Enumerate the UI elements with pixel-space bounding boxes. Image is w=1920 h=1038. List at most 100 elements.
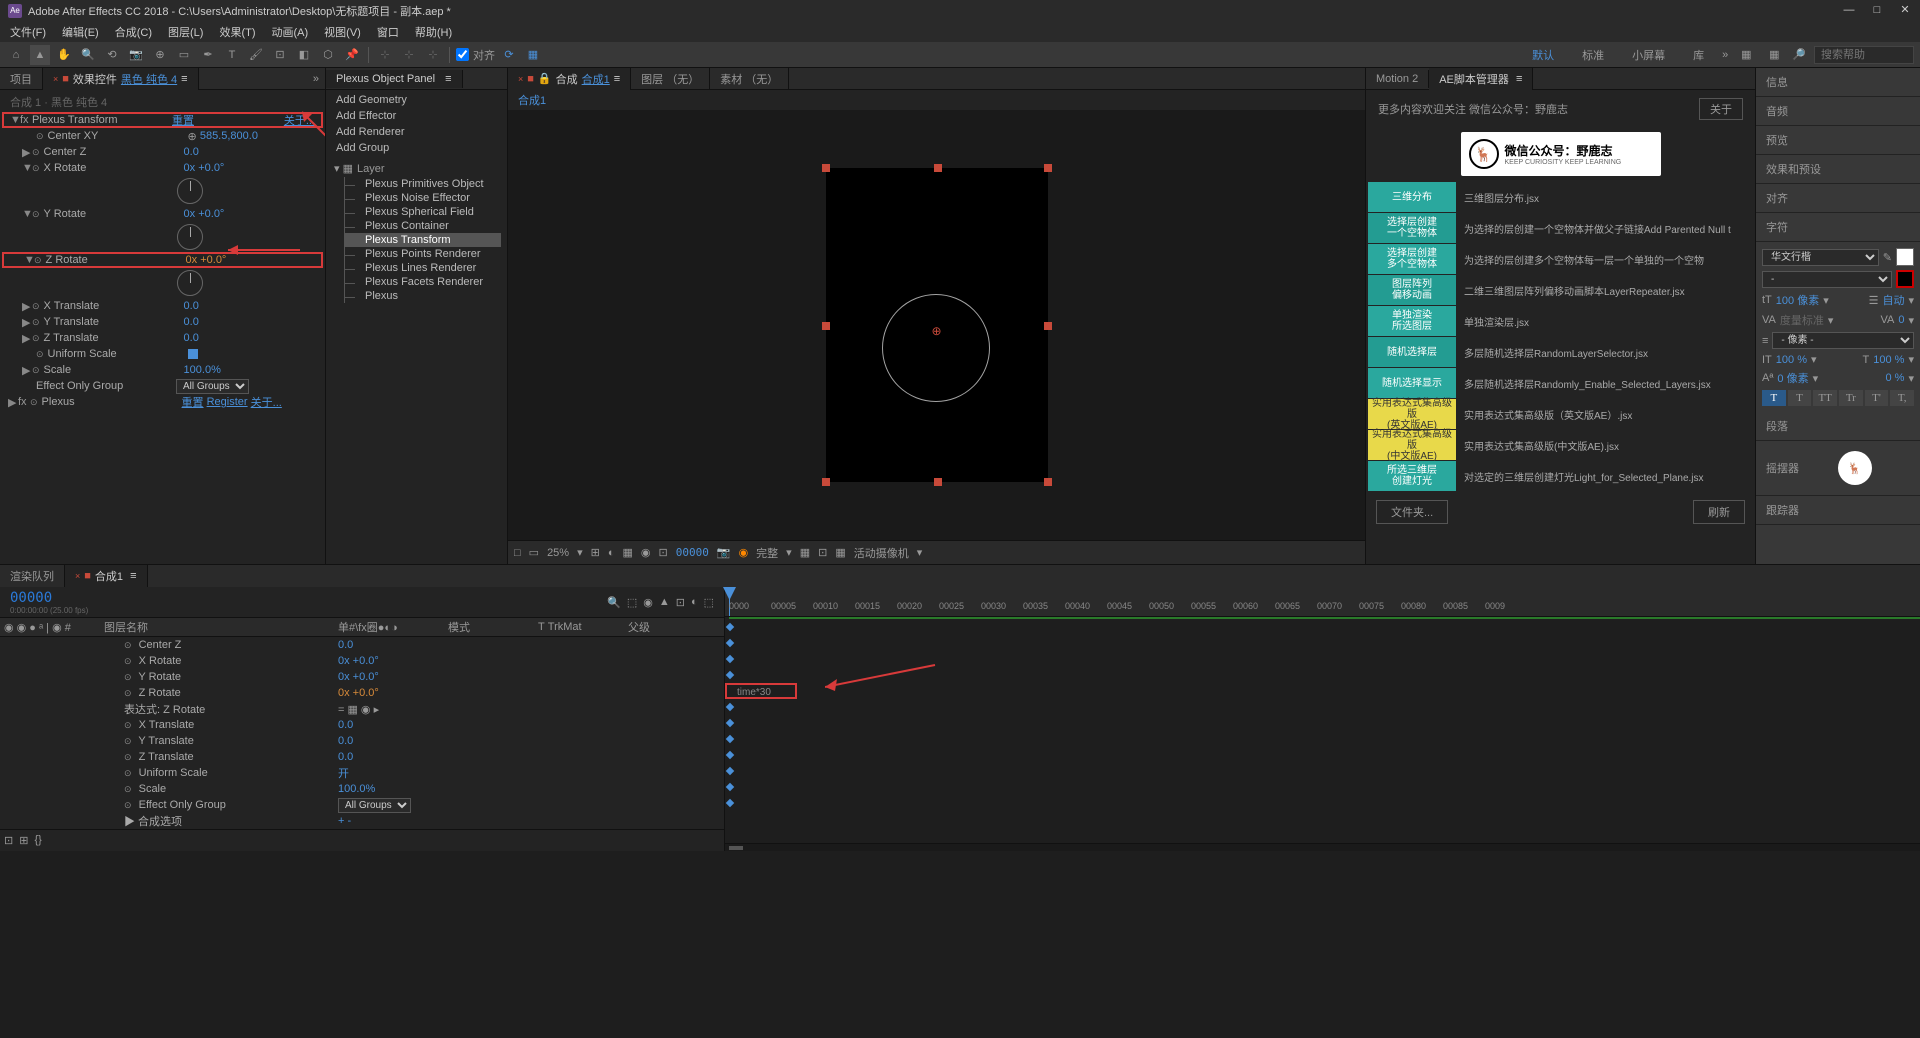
superscript-button[interactable]: T' [1865,390,1889,406]
roto-tool-icon[interactable]: ⬡ [318,45,338,65]
prop-z-rotate[interactable]: ▼ ⊙ Z Rotate 0x +0.0° [2,252,323,268]
clone-tool-icon[interactable]: ⊡ [270,45,290,65]
timeline-navigator[interactable] [725,843,1920,851]
camera-icon[interactable]: 📷 [717,546,731,559]
font-style-select[interactable]: - [1762,271,1892,288]
tab-project[interactable]: 项目 [0,68,43,90]
prop-scale[interactable]: ▶⊙ Scale 100.0% [2,362,323,378]
prop-uniform-scale[interactable]: ⊙ Uniform Scale [2,346,323,362]
menu-edit[interactable]: 编辑(E) [56,22,105,42]
text-tool-icon[interactable]: T [222,45,242,65]
prop-y-translate[interactable]: ▶⊙ Y Translate 0.0 [2,314,323,330]
anchor-icon[interactable]: ⊕ [932,324,942,338]
tab-timeline-comp[interactable]: ×■ 合成1 ≡ [65,565,148,587]
footer-icon-1[interactable]: □ [514,547,521,559]
search-input[interactable] [1814,46,1914,64]
tab-script-manager[interactable]: AE脚本管理器 ≡ [1429,68,1533,90]
tl-track-row[interactable] [725,619,1920,635]
tl-prop-x-rotate[interactable]: ⊙ X Rotate0x +0.0° [0,653,724,669]
tl-toggle-1[interactable]: ⊡ [4,834,13,847]
tl-prop-uniform-scale[interactable]: ⊙ Uniform Scale开 [0,765,724,781]
fill-color-swatch[interactable] [1896,248,1914,266]
tl-track-row[interactable] [725,731,1920,747]
script-button-3[interactable]: 图层阵列偏移动画 [1368,275,1456,305]
tab-preview[interactable]: 预览 [1756,126,1920,155]
keyframe-icon[interactable] [726,671,734,679]
orbit-tool-icon[interactable]: ⟲ [102,45,122,65]
tree-node-plexus[interactable]: Plexus [344,289,501,303]
tl-icon-5[interactable]: ◐ [691,596,698,609]
puppet-tool-icon[interactable]: 📌 [342,45,362,65]
brush-tool-icon[interactable]: 🖌 [246,45,266,65]
tl-track-row[interactable] [725,795,1920,811]
tl-prop-合成选项[interactable]: ▶ 合成选项+ - [0,813,724,829]
workspace-library[interactable]: 库 [1683,45,1714,65]
footer-icon-10[interactable]: ▦ [835,546,845,559]
zoom-tool-icon[interactable]: 🔍 [78,45,98,65]
tree-node-plexus-transform[interactable]: Plexus Transform [344,233,501,247]
toolbar-icon-b[interactable]: ▦ [1764,45,1784,65]
timeline-track-area[interactable]: 0000000050001000015000200002500030000350… [725,587,1920,851]
tl-prop-y-translate[interactable]: ⊙ Y Translate0.0 [0,733,724,749]
tl-icon-4[interactable]: ⊡ [676,596,685,609]
tl-track-row[interactable]: time*30 [725,683,797,699]
tl-track-row[interactable] [725,667,1920,683]
workspace-overflow-icon[interactable]: » [1722,49,1728,61]
tl-prop-y-rotate[interactable]: ⊙ Y Rotate0x +0.0° [0,669,724,685]
add-geometry[interactable]: Add Geometry [328,92,505,108]
script-about-button[interactable]: 关于 [1699,98,1743,120]
x-rotate-knob[interactable] [177,178,203,204]
snap-icon-2[interactable]: ▦ [523,45,543,65]
expression-text[interactable]: time*30 [737,687,771,698]
hand-tool-icon[interactable]: ✋ [54,45,74,65]
footer-icon-4[interactable]: ◐ [608,547,615,559]
timecode[interactable]: 00000 [10,590,88,606]
tab-character[interactable]: 字符 [1756,213,1920,242]
tl-icon-2[interactable]: ◉ [643,596,653,609]
footer-icon-8[interactable]: ▦ [800,546,810,559]
tab-composition[interactable]: ×■ 🔒 合成 合成1 ≡ [508,68,631,90]
tab-effect-controls[interactable]: × ■ 效果控件 黑色 纯色 4 ≡ [43,68,199,90]
tsume-value[interactable]: 0 % [1886,372,1905,384]
refresh-button[interactable]: 刷新 [1693,500,1745,524]
color-wheel-icon[interactable]: ◉ [739,546,749,559]
minimize-button[interactable]: — [1842,4,1856,18]
tab-footage[interactable]: 素材 （无） [710,68,789,90]
menu-help[interactable]: 帮助(H) [409,22,458,42]
prop-x-translate[interactable]: ▶⊙ X Translate 0.0 [2,298,323,314]
keyframe-icon[interactable] [726,655,734,663]
panel-menu-icon[interactable]: » [307,73,325,85]
plexus-transform-header[interactable]: ▼ fx Plexus Transform 重置 关于... [2,112,323,128]
vscale-value[interactable]: 100 % [1776,354,1807,366]
italic-button[interactable]: T [1788,390,1812,406]
z-rotate-knob[interactable] [177,270,203,296]
comp-time[interactable]: 00000 [676,546,709,559]
footer-icon-9[interactable]: ⊡ [818,546,827,559]
kerning-value[interactable]: 度量标准 [1780,312,1824,328]
about-link[interactable]: 关于... [284,112,315,128]
maximize-button[interactable]: □ [1870,4,1884,18]
stroke-color-swatch[interactable] [1896,270,1914,288]
tree-node-plexus-primitives-object[interactable]: Plexus Primitives Object [344,177,501,191]
menu-composition[interactable]: 合成(C) [109,22,158,42]
footer-icon-5[interactable]: ▦ [623,546,633,559]
tl-track-row[interactable] [725,699,1920,715]
script-button-1[interactable]: 选择层创建一个空物体 [1368,213,1456,243]
tab-plexus-panel[interactable]: Plexus Object Panel ≡ [326,70,463,88]
tl-prop-effect-only-group[interactable]: ⊙ Effect Only GroupAll Groups [0,797,724,813]
axis-view-icon[interactable]: ⊹ [423,45,443,65]
keyframe-icon[interactable] [726,783,734,791]
folder-button[interactable]: 文件夹... [1376,500,1448,524]
allcaps-button[interactable]: TT [1813,390,1837,406]
leading-value[interactable]: 自动 [1882,292,1904,308]
bold-button[interactable]: T [1762,390,1786,406]
tree-node-plexus-container[interactable]: Plexus Container [344,219,501,233]
tree-node-plexus-lines-renderer[interactable]: Plexus Lines Renderer [344,261,501,275]
script-button-2[interactable]: 选择层创建多个空物体 [1368,244,1456,274]
tab-layer[interactable]: 图层 （无） [631,68,710,90]
baseline-value[interactable]: 0 像素 [1777,370,1808,386]
eraser-tool-icon[interactable]: ◧ [294,45,314,65]
prop-effect-only-group[interactable]: Effect Only Group All Groups [2,378,323,394]
tree-layer-root[interactable]: ▾ ▦ Layer [332,160,501,177]
menu-effect[interactable]: 效果(T) [213,22,261,42]
